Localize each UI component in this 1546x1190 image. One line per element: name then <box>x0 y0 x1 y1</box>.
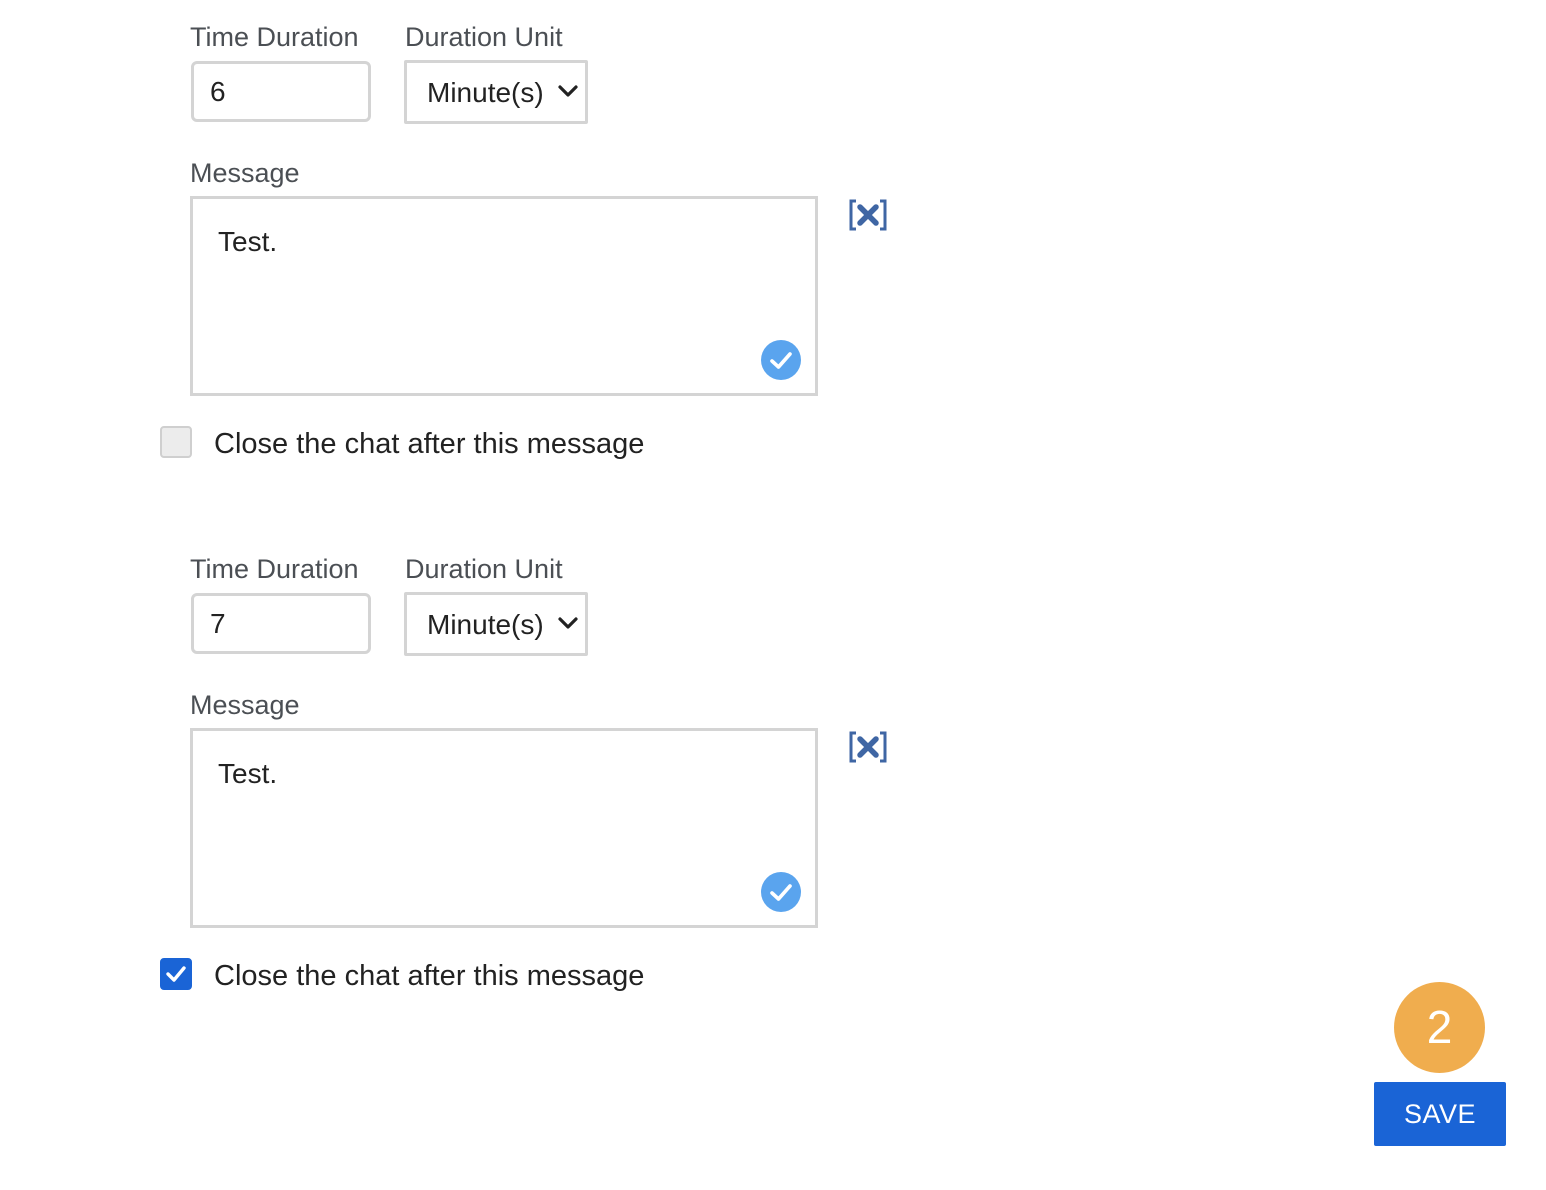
time-duration-label: Time Duration <box>190 22 359 52</box>
duration-unit-value: Minute(s) <box>427 609 544 640</box>
message-textarea[interactable]: Test. <box>190 196 818 396</box>
remove-x-icon[interactable] <box>848 730 888 764</box>
checkmark-icon <box>166 966 186 982</box>
message-label: Message <box>190 690 300 720</box>
remove-x-icon[interactable] <box>848 198 888 232</box>
close-chat-checkbox[interactable] <box>160 426 192 458</box>
time-duration-input[interactable] <box>191 61 371 122</box>
duration-unit-label: Duration Unit <box>405 22 563 52</box>
check-circle-icon <box>761 340 801 380</box>
duration-unit-value: Minute(s) <box>427 77 544 108</box>
close-chat-label: Close the chat after this message <box>214 428 645 460</box>
time-duration-input[interactable] <box>191 593 371 654</box>
message-textarea[interactable]: Test. <box>190 728 818 928</box>
duration-unit-select[interactable]: Minute(s) <box>404 60 588 124</box>
message-rule-1: Time Duration Duration Unit Minute(s) Me… <box>0 0 1000 480</box>
check-circle-icon <box>761 872 801 912</box>
chevron-down-icon <box>558 85 578 97</box>
message-text: Test. <box>218 758 278 789</box>
duration-unit-select[interactable]: Minute(s) <box>404 592 588 656</box>
close-chat-checkbox[interactable] <box>160 958 192 990</box>
close-chat-label: Close the chat after this message <box>214 960 645 992</box>
duration-unit-label: Duration Unit <box>405 554 563 584</box>
message-label: Message <box>190 158 300 188</box>
message-rule-2: Time Duration Duration Unit Minute(s) Me… <box>0 532 1000 1012</box>
message-text: Test. <box>218 226 278 257</box>
step-badge: 2 <box>1394 982 1485 1073</box>
save-button[interactable]: SAVE <box>1374 1082 1506 1146</box>
time-duration-label: Time Duration <box>190 554 359 584</box>
chevron-down-icon <box>558 617 578 629</box>
